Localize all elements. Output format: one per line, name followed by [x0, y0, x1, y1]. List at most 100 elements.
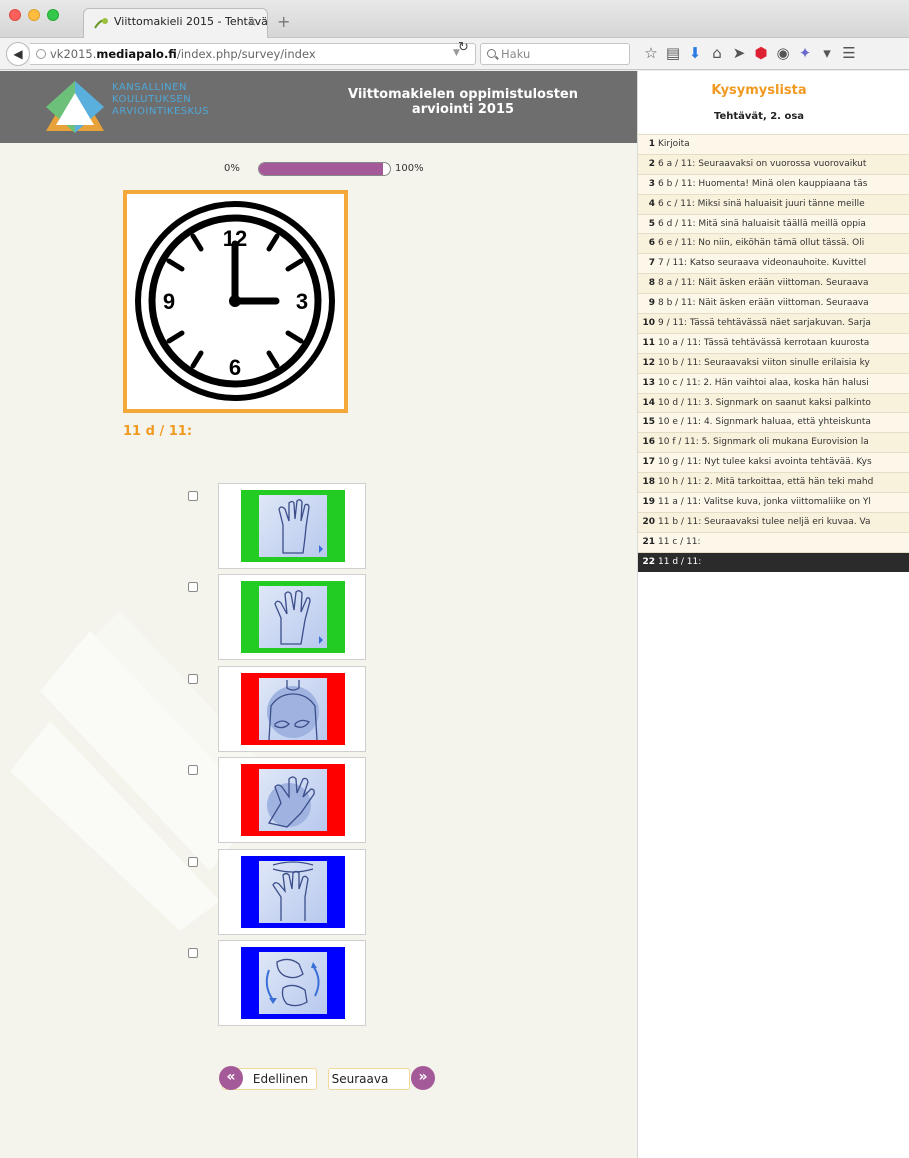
- question-number: 4: [648, 198, 655, 209]
- question-list-item[interactable]: 15 10 e / 11: 4. Signmark haluaa, että yh…: [638, 412, 909, 433]
- new-tab-button[interactable]: +: [277, 12, 290, 31]
- send-arrow-icon[interactable]: ➤: [728, 44, 750, 62]
- raised-palm-hand-sign-icon: [259, 495, 327, 557]
- clock-icon: 12 3 6 9: [135, 201, 335, 401]
- logo-line: ARVIOINTIKESKUS: [112, 106, 210, 117]
- option-checkbox[interactable]: [188, 948, 198, 958]
- globe-icon: [36, 49, 46, 59]
- question-list-item[interactable]: 98 b / 11: Näit äsken erään viittoman. S…: [638, 293, 909, 314]
- previous-arrow-icon[interactable]: «: [219, 1066, 243, 1090]
- search-input[interactable]: Haku: [480, 43, 630, 65]
- option-image-card[interactable]: [218, 483, 366, 569]
- question-list-item[interactable]: 66 e / 11: No niin, eiköhän tämä ollut t…: [638, 233, 909, 254]
- progress-fill: [259, 163, 384, 175]
- clock-number: 12: [223, 226, 247, 251]
- adblock-icon[interactable]: ⬢: [750, 44, 772, 62]
- option-image-card[interactable]: [218, 757, 366, 843]
- sign-image-frame: [241, 764, 345, 836]
- question-text: 6 d / 11: Mitä sinä haluaisit täällä mei…: [658, 218, 866, 229]
- question-list-item[interactable]: 11 10 a / 11: Tässä tehtävässä kerrotaan …: [638, 332, 909, 353]
- question-list-item[interactable]: 13 10 c / 11: 2. Hän vaihtoi alaa, koska …: [638, 372, 909, 393]
- option-checkbox[interactable]: [188, 491, 198, 501]
- next-arrow-icon[interactable]: »: [411, 1066, 435, 1090]
- next-button-label: Seuraava: [331, 1072, 389, 1086]
- reload-icon[interactable]: ↻: [458, 40, 469, 55]
- progress-bar: [258, 162, 391, 176]
- question-number: 12: [642, 357, 655, 368]
- question-list-item[interactable]: 18 10 h / 11: 2. Mitä tarkoittaa, että hä…: [638, 472, 909, 493]
- open-hand-sign-icon: [259, 586, 327, 648]
- maximize-window-button[interactable]: [47, 9, 59, 21]
- question-image: 12 3 6 9: [123, 190, 348, 413]
- question-list-item[interactable]: 12 10 b / 11: Seuraavaksi viiton sinulle …: [638, 352, 909, 373]
- question-number: 13: [642, 377, 655, 388]
- question-list-item[interactable]: 22 11 d / 11:: [638, 551, 909, 572]
- question-number: 15: [642, 417, 655, 428]
- page-title: Viittomakielen oppimistulosten arviointi…: [347, 87, 578, 117]
- signing-person-sign-icon: [259, 678, 327, 741]
- option-checkbox[interactable]: [188, 582, 198, 592]
- chat-bubble-icon[interactable]: ◉: [772, 44, 794, 62]
- home-icon[interactable]: ⌂: [706, 44, 728, 62]
- bird-extension-icon[interactable]: ✦: [794, 44, 816, 62]
- search-placeholder: Haku: [501, 47, 531, 61]
- previous-button-label: Edellinen: [252, 1072, 309, 1086]
- option-image-card[interactable]: [218, 849, 366, 935]
- question-list-item[interactable]: 21 11 c / 11:: [638, 531, 909, 552]
- reading-list-icon[interactable]: ▤: [662, 44, 684, 62]
- question-text: 10 d / 11: 3. Signmark on saanut kaksi p…: [658, 397, 871, 408]
- navigation-buttons: Edellinen « Seuraava »: [0, 1066, 637, 1096]
- question-list-item[interactable]: 16 10 f / 11: 5. Signmark oli mukana Euro…: [638, 432, 909, 453]
- url-bar[interactable]: vk2015.mediapalo.fi/index.php/survey/ind…: [30, 43, 476, 65]
- bookmark-star-icon[interactable]: ☆: [640, 44, 662, 62]
- tilted-hand-sign-icon: [259, 769, 327, 831]
- question-number: 17: [642, 457, 655, 468]
- question-list-item[interactable]: 1 Kirjoita: [638, 134, 909, 154]
- question-list-item[interactable]: 46 c / 11: Miksi sinä haluaisit juuri tä…: [638, 193, 909, 214]
- close-window-button[interactable]: [9, 9, 21, 21]
- question-list-item[interactable]: 20 11 b / 11: Seuraavaksi tulee neljä eri…: [638, 511, 909, 532]
- question-text: 11 b / 11: Seuraavaksi tulee neljä eri k…: [658, 516, 871, 527]
- question-list-item[interactable]: 36 b / 11: Huomenta! Minä olen kauppiaan…: [638, 173, 909, 194]
- question-list-item[interactable]: 10 9 / 11: Tässä tehtävässä näet sarjakuv…: [638, 313, 909, 333]
- question-list-item[interactable]: 26 a / 11: Seuraavaksi on vuorossa vuoro…: [638, 153, 909, 174]
- back-arrow-icon[interactable]: ◀: [6, 42, 30, 66]
- tab-title: Viittomakieli 2015 - Tehtävä...: [114, 15, 268, 28]
- progress-indicator: 0% 100%: [0, 162, 637, 178]
- question-list-item[interactable]: 88 a / 11: Näit äsken erään viittoman. S…: [638, 273, 909, 294]
- question-list-item[interactable]: 77 / 11: Katso seuraava videonauhoite. K…: [638, 253, 909, 274]
- answer-option: [0, 574, 400, 660]
- option-checkbox[interactable]: [188, 674, 198, 684]
- logo-line: KANSALLINEN: [112, 82, 187, 93]
- option-image-card[interactable]: [218, 666, 366, 752]
- question-list-item[interactable]: 56 d / 11: Mitä sinä haluaisit täällä me…: [638, 213, 909, 234]
- sign-image-frame: [241, 490, 345, 562]
- browser-tab[interactable]: Viittomakieli 2015 - Tehtävä... ×: [83, 8, 268, 38]
- logo-line: KOULUTUKSEN: [112, 94, 192, 105]
- hamburger-menu-icon[interactable]: ☰: [838, 44, 860, 62]
- answer-option: [0, 483, 400, 569]
- dropdown-arrow-icon[interactable]: ▾: [816, 44, 838, 62]
- browser-toolbar: ☆ ▤ ⬇ ⌂ ➤ ⬢ ◉ ✦ ▾ ☰: [640, 44, 860, 62]
- option-image-card[interactable]: [218, 574, 366, 660]
- question-list-item[interactable]: 17 10 g / 11: Nyt tulee kaksi avointa teh…: [638, 452, 909, 473]
- option-checkbox[interactable]: [188, 765, 198, 775]
- question-text: 6 e / 11: No niin, eiköhän tämä ollut tä…: [658, 238, 865, 249]
- progress-max-label: 100%: [395, 163, 424, 174]
- next-button[interactable]: Seuraava: [328, 1068, 410, 1090]
- question-number: 14: [642, 397, 655, 408]
- question-list-item[interactable]: 14 10 d / 11: 3. Signmark on saanut kaksi…: [638, 392, 909, 413]
- question-list-item[interactable]: 19 11 a / 11: Valitse kuva, jonka viittom…: [638, 492, 909, 512]
- question-number: 16: [642, 437, 655, 448]
- download-arrow-icon[interactable]: ⬇: [684, 44, 706, 62]
- option-image-card[interactable]: [218, 940, 366, 1026]
- question-number: 2: [648, 158, 655, 169]
- clock-number: 6: [229, 355, 241, 380]
- question-text: 11 a / 11: Valitse kuva, jonka viittomal…: [658, 497, 871, 508]
- question-text: 10 a / 11: Tässä tehtävässä kerrotaan ku…: [658, 337, 870, 348]
- option-checkbox[interactable]: [188, 857, 198, 867]
- tab-close-icon[interactable]: ×: [247, 15, 257, 29]
- question-text: 6 c / 11: Miksi sinä haluaisit juuri tän…: [658, 198, 865, 209]
- browser-navbar: ◀ vk2015.mediapalo.fi/index.php/survey/i…: [0, 38, 909, 70]
- minimize-window-button[interactable]: [28, 9, 40, 21]
